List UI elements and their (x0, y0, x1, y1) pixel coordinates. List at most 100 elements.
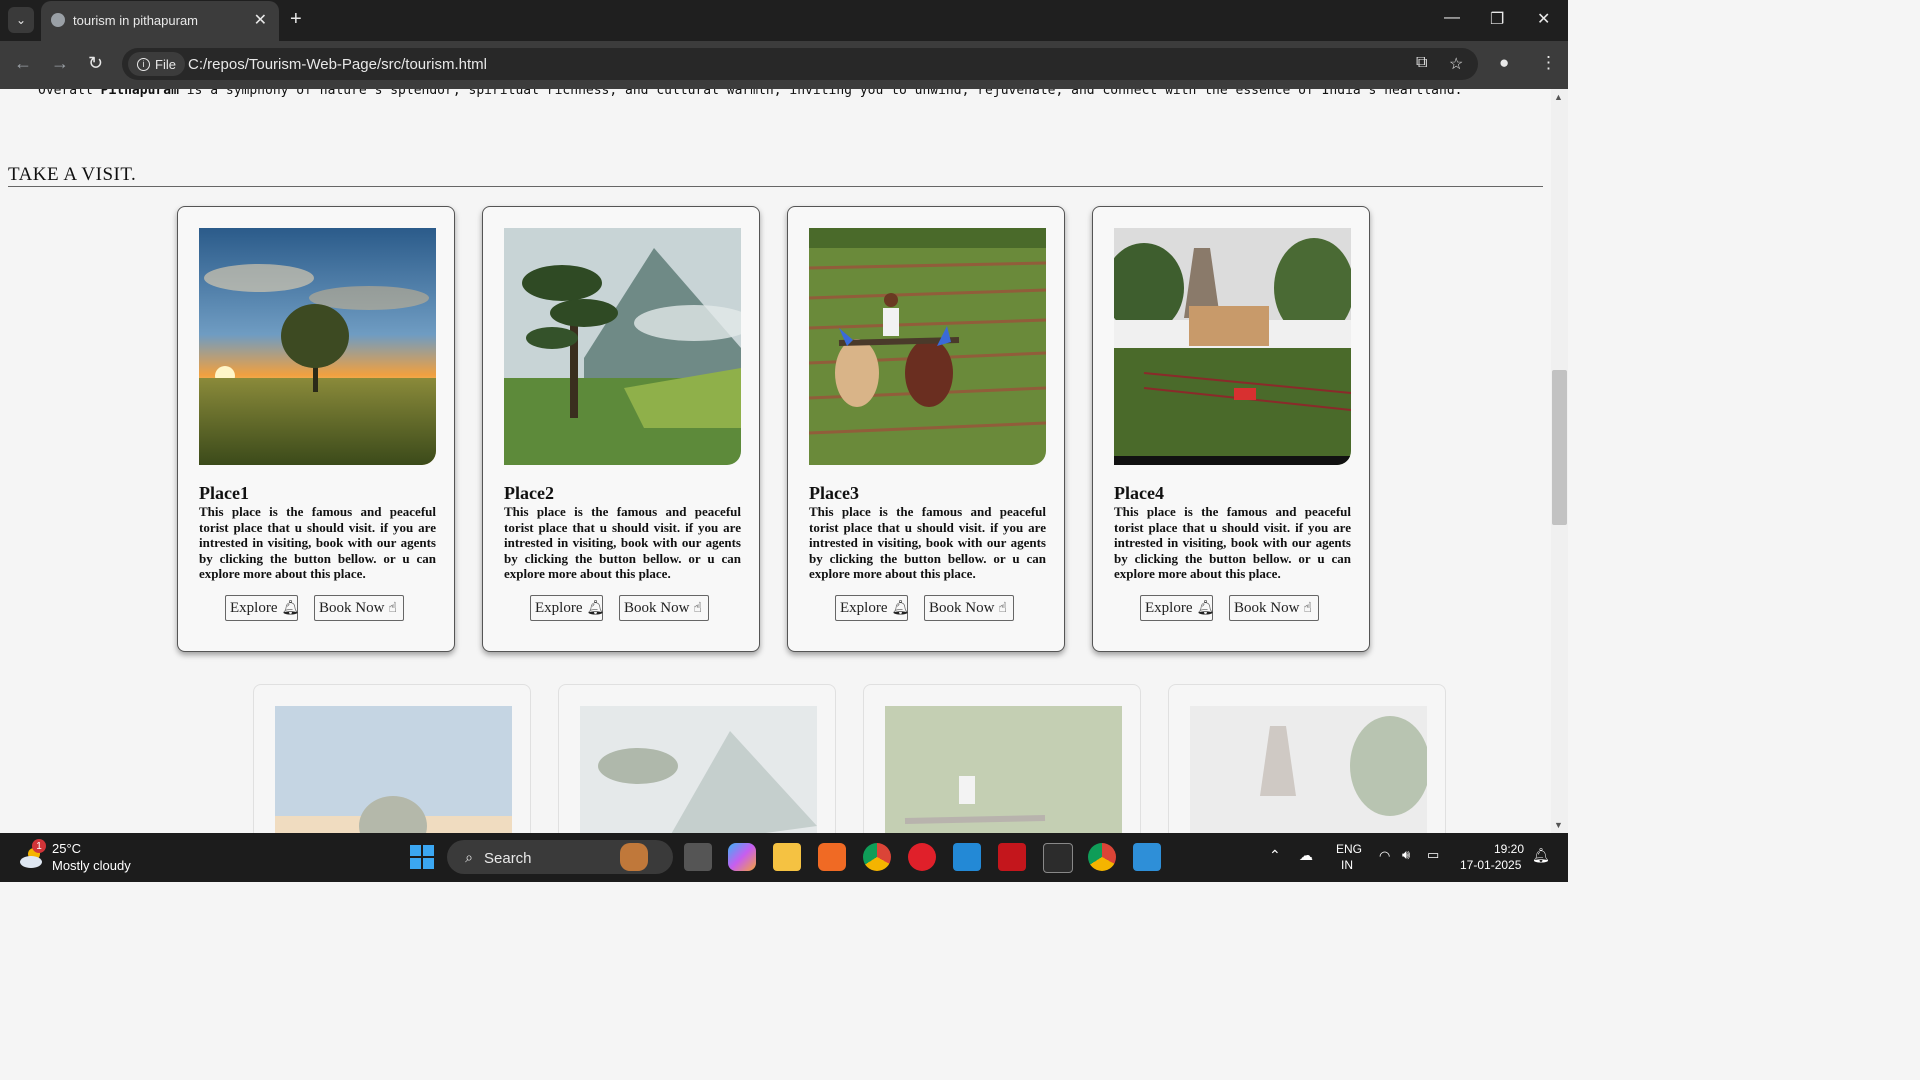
file-explorer-icon[interactable] (773, 843, 801, 871)
place-description: This place is the famous and peaceful to… (1114, 504, 1351, 581)
place-description: This place is the famous and peaceful to… (809, 504, 1046, 581)
notification-bell-icon[interactable]: 🔔︎ (1532, 847, 1550, 864)
bookmark-star-icon[interactable]: ☆ (1449, 54, 1463, 74)
explore-button[interactable]: Explore 🔔︎ (225, 595, 300, 621)
terminal-icon[interactable] (1043, 843, 1073, 873)
book-now-button[interactable]: Book Now ☝︎ (1229, 595, 1319, 621)
site-info-chip[interactable]: i File (128, 52, 185, 76)
hand-pointer-icon: ☝︎ (1303, 600, 1312, 616)
intro-bold-place: Pithapuram (100, 89, 179, 98)
explore-label: Explore (230, 599, 278, 616)
weather-badge: 1 (32, 839, 46, 853)
explore-label: Explore (1145, 599, 1193, 616)
new-tab-icon[interactable]: + (290, 8, 302, 31)
minimize-icon[interactable]: — (1444, 9, 1460, 27)
opera-icon[interactable] (908, 843, 936, 871)
info-icon: i (137, 57, 150, 71)
windows-start-icon[interactable] (408, 843, 436, 871)
explore-button[interactable]: Explore 🔔︎ (530, 595, 605, 621)
book-now-button[interactable]: Book Now ☝︎ (924, 595, 1014, 621)
place-description: This place is the famous and peaceful to… (504, 504, 741, 581)
taskbar-search-label: Search (484, 850, 532, 867)
explore-button[interactable]: Explore 🔔︎ (1140, 595, 1215, 621)
close-tab-icon[interactable]: ✕ (254, 10, 267, 30)
place-photo-temple-pond (1114, 228, 1351, 465)
task-view-icon[interactable] (684, 843, 712, 871)
explore-label: Explore (535, 599, 583, 616)
bell-icon: 🔔︎ (1196, 600, 1215, 616)
browser-tab[interactable]: tourism in pithapuram ✕ (41, 1, 279, 41)
intro-paragraph: Overall Pithapuram is a symphony of natu… (38, 89, 1462, 98)
intro-text-end: is a symphony of nature's splendor, spir… (178, 89, 1463, 98)
search-highlight-icon[interactable] (620, 843, 648, 871)
hand-pointer-icon: ☝︎ (693, 600, 702, 616)
place-card-faded (863, 684, 1141, 833)
hand-pointer-icon: ☝︎ (388, 600, 397, 616)
place-card-faded (1168, 684, 1446, 833)
vscode-icon[interactable] (953, 843, 981, 871)
place-photo-sunset-tree (199, 228, 436, 465)
place-photo-ox-plough-field (885, 706, 1122, 833)
photos-app-icon[interactable] (1133, 843, 1161, 871)
explore-button[interactable]: Explore 🔔︎ (835, 595, 910, 621)
battery-icon[interactable]: ▭ (1427, 847, 1439, 863)
menu-kebab-icon[interactable]: ⋮ (1540, 53, 1557, 73)
site-info-label: File (155, 56, 176, 72)
language-region[interactable]: IN (1341, 858, 1353, 872)
clock-date[interactable]: 17-01-2025 (1460, 858, 1521, 872)
language-code[interactable]: ENG (1336, 842, 1362, 856)
chrome-icon[interactable] (863, 843, 891, 871)
section-divider (8, 186, 1543, 187)
place-photo-temple-pond (1190, 706, 1427, 833)
book-now-label: Book Now (624, 599, 690, 616)
profile-icon[interactable]: ● (1499, 53, 1509, 73)
place-description: This place is the famous and peaceful to… (199, 504, 436, 581)
bell-icon: 🔔︎ (281, 600, 300, 616)
weather-temperature[interactable]: 25°C (52, 841, 81, 856)
place-name: Place4 (1114, 483, 1164, 503)
copilot-icon[interactable] (728, 843, 756, 871)
browser-toolbar: ← → ↻ i File C:/repos/Tourism-Web-Page/s… (0, 41, 1568, 89)
place-name: Place2 (504, 483, 554, 503)
search-icon: ⌕ (465, 848, 473, 865)
tab-strip: ⌄ tourism in pithapuram ✕ + — ❐ ✕ (0, 0, 1568, 41)
restore-icon[interactable]: ❐ (1490, 9, 1504, 29)
back-icon[interactable]: ← (14, 53, 32, 74)
close-window-icon[interactable]: ✕ (1537, 9, 1550, 29)
place-name: Place3 (809, 483, 859, 503)
url-text[interactable]: C:/repos/Tourism-Web-Page/src/tourism.ht… (188, 56, 487, 73)
brave-browser-icon[interactable] (818, 843, 846, 871)
tab-title: tourism in pithapuram (73, 13, 198, 28)
weather-description[interactable]: Mostly cloudy (52, 858, 131, 873)
wifi-icon[interactable]: ◠ (1379, 848, 1390, 864)
place-photo-misty-pine (504, 228, 741, 465)
section-heading: TAKE A VISIT. (8, 164, 137, 185)
scrollbar-thumb[interactable] (1552, 370, 1567, 525)
onedrive-cloud-icon[interactable]: ☁ (1299, 847, 1313, 864)
scroll-down-icon[interactable]: ▼ (1554, 820, 1563, 830)
book-now-button[interactable]: Book Now ☝︎ (619, 595, 709, 621)
book-now-button[interactable]: Book Now ☝︎ (314, 595, 404, 621)
reload-icon[interactable]: ↻ (88, 53, 103, 74)
explore-label: Explore (840, 599, 888, 616)
bell-icon: 🔔︎ (586, 600, 605, 616)
place-card-faded (558, 684, 836, 833)
book-now-label: Book Now (1234, 599, 1300, 616)
show-hidden-icons-chevron-icon[interactable]: ⌃ (1269, 847, 1281, 864)
forward-icon[interactable]: → (51, 53, 69, 74)
book-now-label: Book Now (319, 599, 385, 616)
place-photo-ox-plough-field (809, 228, 1046, 465)
chrome-active-icon[interactable] (1088, 843, 1116, 871)
clock-time[interactable]: 19:20 (1494, 842, 1524, 856)
address-bar[interactable]: i File C:/repos/Tourism-Web-Page/src/tou… (122, 48, 1478, 80)
bell-icon: 🔔︎ (891, 600, 910, 616)
page-viewport: Overall Pithapuram is a symphony of natu… (0, 89, 1551, 833)
tab-search-chevron-icon[interactable]: ⌄ (8, 7, 34, 33)
place-card: Place4 This place is the famous and peac… (1092, 206, 1370, 652)
scroll-up-icon[interactable]: ▲ (1554, 92, 1563, 102)
place-card: Place1 This place is the famous and peac… (177, 206, 455, 652)
mcafee-icon[interactable] (998, 843, 1026, 871)
volume-icon[interactable]: 🔊︎ (1402, 847, 1410, 863)
translate-icon[interactable]: ⧉ (1416, 54, 1427, 72)
place-name: Place1 (199, 483, 249, 503)
